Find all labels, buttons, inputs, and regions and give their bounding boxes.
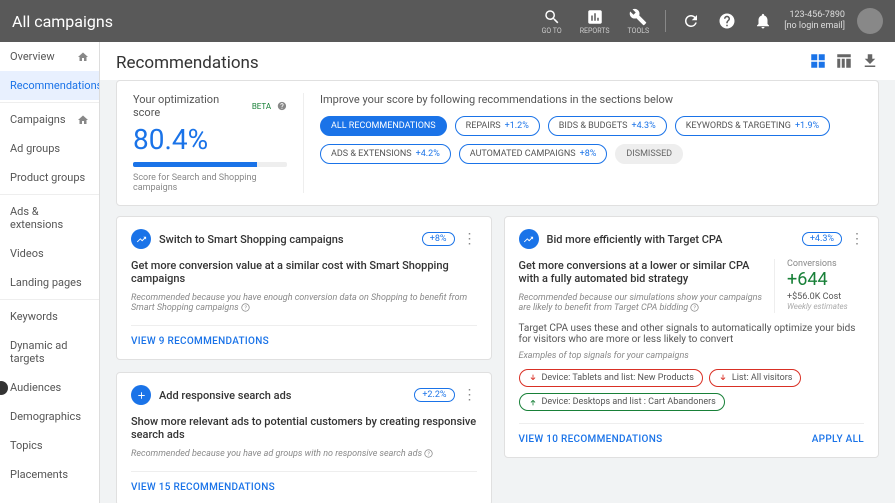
sidebar-ads-extensions[interactable]: Ads & extensions: [0, 197, 99, 239]
help-icon[interactable]: ?: [690, 303, 699, 312]
card-menu[interactable]: ⋮: [463, 388, 477, 402]
score-value: 80.4%: [133, 123, 287, 156]
chip-bids[interactable]: BIDS & BUDGETS+4.3%: [548, 116, 667, 136]
card-responsive-ads: Add responsive search ads +2.2% ⋮ Show m…: [116, 372, 492, 503]
view-recommendations-link[interactable]: VIEW 15 RECOMMENDATIONS: [131, 482, 275, 493]
sidebar-dynamic-ad-targets[interactable]: Dynamic ad targets: [0, 331, 99, 373]
notifications-icon[interactable]: [748, 12, 778, 30]
chip-dismissed[interactable]: DISMISSED: [615, 144, 683, 164]
signal-chip: Device: Tablets and list: New Products: [519, 369, 703, 387]
delta-badge: +4.3%: [802, 232, 842, 246]
card-menu[interactable]: ⋮: [850, 232, 864, 246]
sidebar-ad-groups[interactable]: Ad groups: [0, 134, 99, 163]
card-menu[interactable]: ⋮: [463, 232, 477, 246]
sidebar-recommendations[interactable]: Recommendations: [0, 71, 99, 100]
avatar[interactable]: [857, 8, 883, 34]
chip-ads[interactable]: ADS & EXTENSIONS+4.2%: [320, 144, 451, 164]
view-recommendations-link[interactable]: VIEW 10 RECOMMENDATIONS: [519, 434, 663, 445]
account-info[interactable]: 123-456-7890 [no login email]: [784, 10, 845, 32]
signal-chip: List: All visitors: [709, 369, 802, 387]
trend-icon: [519, 229, 539, 249]
metrics: Conversions +644 +$56.0K Cost Weekly est…: [774, 259, 864, 313]
app-title: All campaigns: [12, 12, 113, 31]
card-smart-shopping: Switch to Smart Shopping campaigns +8% ⋮…: [116, 216, 492, 360]
delta-badge: +2.2%: [414, 388, 454, 402]
apply-all-link[interactable]: APPLY ALL: [812, 434, 864, 445]
chip-repairs[interactable]: REPAIRS+1.2%: [455, 116, 540, 136]
improve-text: Improve your score by following recommen…: [320, 93, 862, 106]
help-icon[interactable]: [712, 12, 742, 30]
signal-chip: Device: Desktops and list : Cart Abandon…: [519, 393, 725, 411]
goto-icon[interactable]: GO TO: [536, 8, 568, 35]
help-icon[interactable]: [277, 101, 287, 111]
top-bar: All campaigns GO TO REPORTS TOOLS 123-45…: [0, 0, 895, 42]
download-icon[interactable]: [861, 52, 879, 74]
view-recommendations-link[interactable]: VIEW 9 RECOMMENDATIONS: [131, 336, 269, 347]
plus-icon: [131, 385, 151, 405]
refresh-icon[interactable]: [676, 12, 706, 30]
sidebar-videos[interactable]: Videos: [0, 239, 99, 268]
score-panel: Your optimization score BETA 80.4% Score…: [116, 80, 879, 206]
sidebar-overview[interactable]: Overview: [0, 42, 99, 71]
sidebar-placements[interactable]: Placements: [0, 460, 99, 489]
delta-badge: +8%: [422, 232, 455, 246]
score-bar: [133, 162, 287, 167]
chip-automated[interactable]: AUTOMATED CAMPAIGNS+8%: [459, 144, 608, 164]
sidebar-keywords[interactable]: Keywords: [0, 302, 99, 331]
sidebar-topics[interactable]: Topics: [0, 431, 99, 460]
score-sub: Score for Search and Shopping campaigns: [133, 173, 287, 193]
tools-icon[interactable]: TOOLS: [622, 8, 656, 35]
sidebar-campaigns[interactable]: Campaigns: [0, 105, 99, 134]
sidebar-demographics[interactable]: Demographics: [0, 402, 99, 431]
table-view-icon[interactable]: [835, 52, 853, 74]
card-target-cpa: Bid more efficiently with Target CPA +4.…: [504, 216, 880, 458]
sidebar-landing-pages[interactable]: Landing pages: [0, 268, 99, 297]
sidebar-audiences[interactable]: Audiences: [0, 373, 99, 402]
reports-icon[interactable]: REPORTS: [574, 8, 616, 35]
help-icon[interactable]: ?: [424, 449, 433, 458]
svg-text:?: ?: [244, 306, 247, 312]
grid-view-icon[interactable]: [809, 52, 827, 74]
page-title: Recommendations: [116, 53, 259, 73]
sidebar: Overview Recommendations Campaigns Ad gr…: [0, 42, 100, 503]
help-icon[interactable]: ?: [241, 303, 250, 312]
score-label: Your optimization score BETA: [133, 93, 287, 119]
main-content: Recommendations Your optimization score …: [100, 42, 895, 503]
chip-keywords[interactable]: KEYWORDS & TARGETING+1.9%: [675, 116, 830, 136]
chip-all[interactable]: ALL RECOMMENDATIONS: [320, 116, 447, 136]
svg-text:?: ?: [694, 306, 697, 312]
svg-text:?: ?: [428, 452, 431, 458]
sidebar-product-groups[interactable]: Product groups: [0, 163, 99, 192]
trend-icon: [131, 229, 151, 249]
